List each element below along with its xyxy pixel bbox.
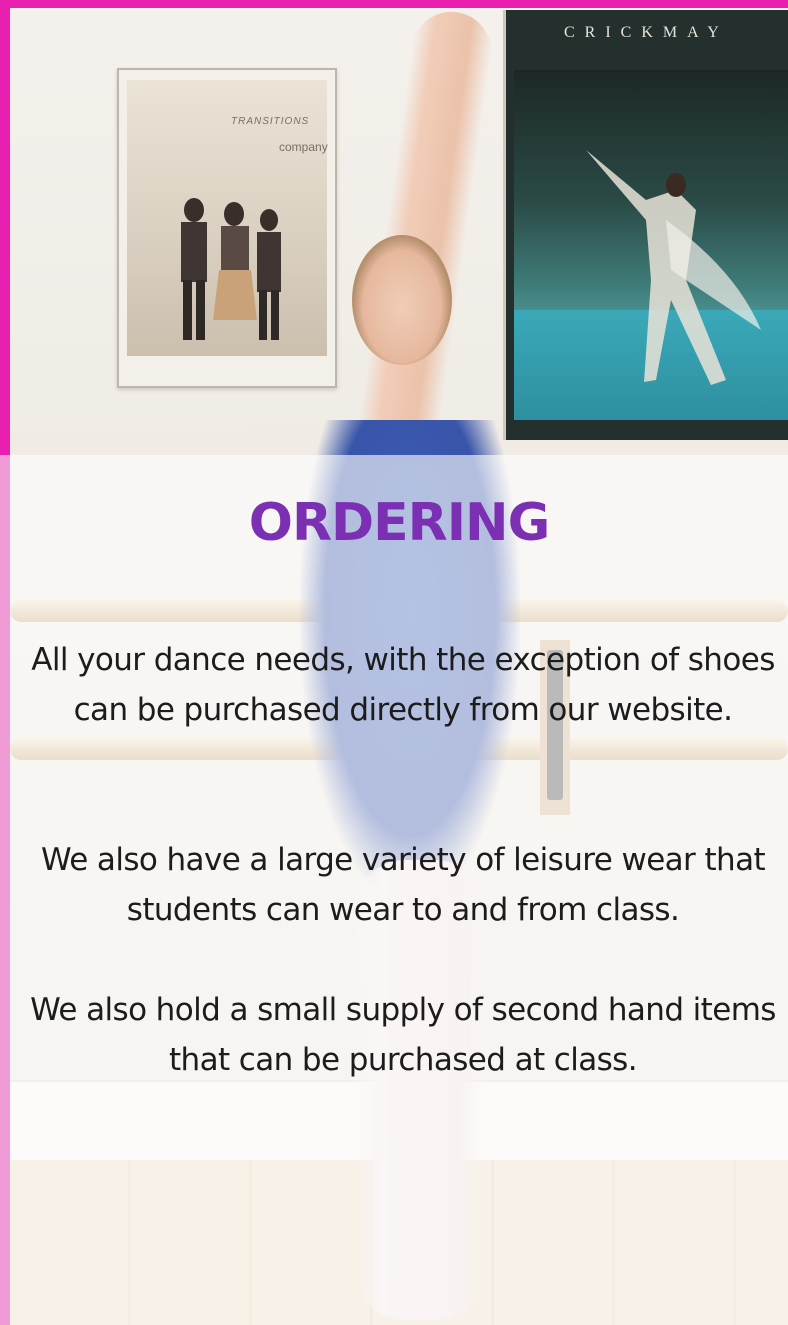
poster-dancers-figure	[181, 198, 281, 340]
section-heading: ORDERING	[248, 493, 551, 553]
poster-text-company: company	[279, 140, 328, 154]
crickmay-poster: CRICKMAY	[503, 10, 788, 440]
paragraph-second-hand: We also hold a small supply of second ha…	[30, 992, 776, 1078]
dancer-head	[352, 235, 452, 365]
top-border	[0, 0, 788, 8]
poster-text-crickmay: CRICKMAY	[564, 24, 729, 41]
poster-text-transitions: TRANSITIONS	[231, 116, 310, 127]
left-border	[0, 0, 10, 1325]
transitions-poster: TRANSITIONS company	[117, 68, 337, 388]
paragraph-leisure-wear: We also have a large variety of leisure …	[40, 842, 766, 928]
ordering-panel: TRANSITIONS company CRICKMAY ORDERING Al…	[0, 0, 788, 1325]
poster-dancer-figure	[586, 150, 761, 385]
paragraph-dance-needs: All your dance needs, with the exception…	[31, 642, 775, 728]
